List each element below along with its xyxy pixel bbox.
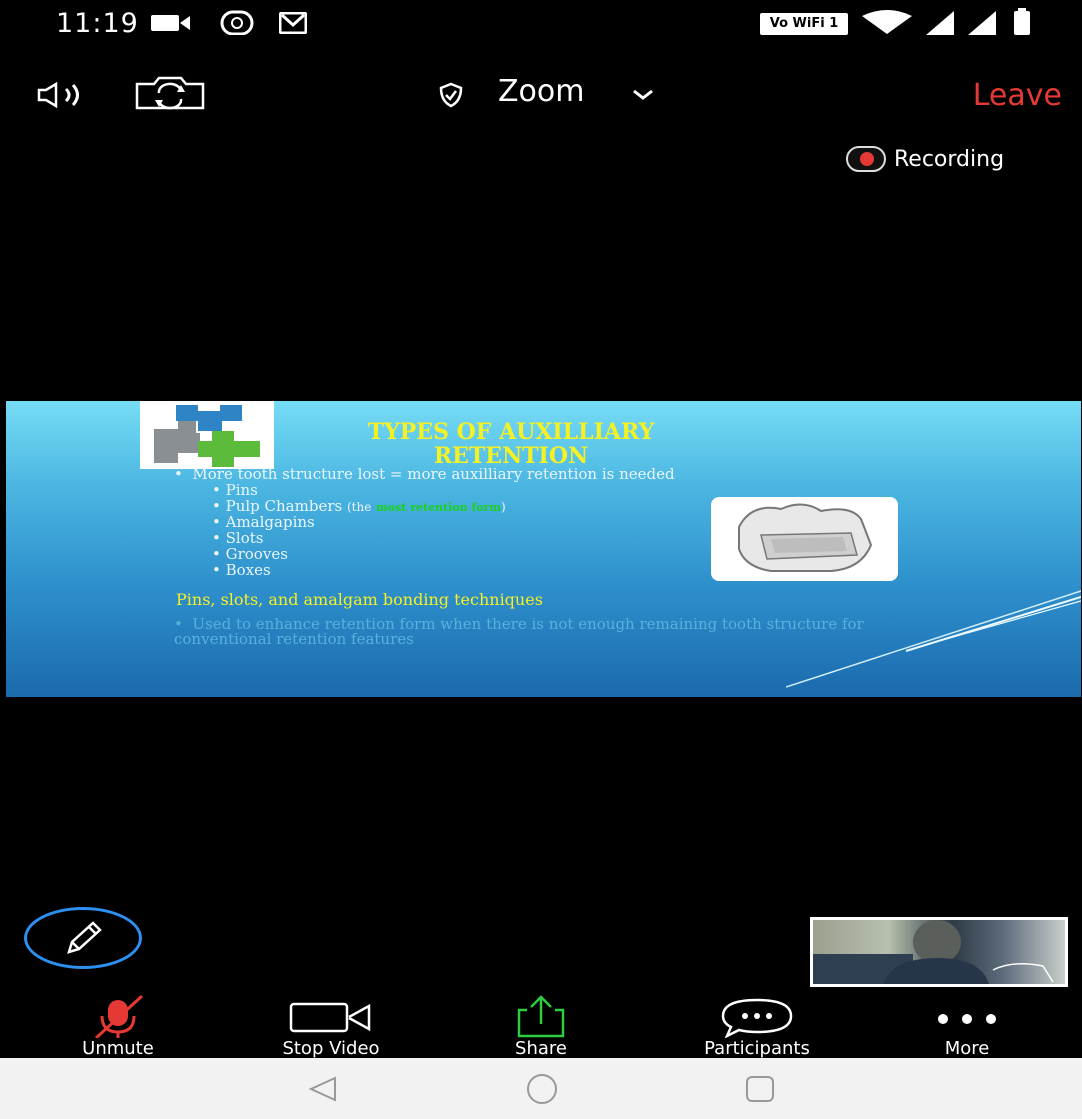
- slide-subheading: Pins, slots, and amalgam bonding techniq…: [176, 590, 543, 609]
- chat-bubble-icon: [721, 998, 793, 1038]
- status-time: 11:19: [56, 8, 139, 39]
- switch-camera-icon[interactable]: [134, 76, 206, 110]
- slide-title: TYPES OF AUXILLIARY RETENTION: [367, 419, 655, 469]
- radio-icon: [220, 10, 254, 35]
- recording-indicator[interactable]: Recording: [846, 146, 1004, 172]
- self-video-thumbnail[interactable]: [810, 917, 1068, 987]
- participants-label: Participants: [704, 1038, 810, 1059]
- status-bar: 11:19 Vo WiFi 1: [0, 0, 1082, 44]
- annotate-button[interactable]: [24, 907, 142, 969]
- shield-icon: [439, 82, 463, 108]
- signal-icon: [968, 11, 996, 35]
- slide-logo: [140, 401, 274, 469]
- vowifi-badge: Vo WiFi 1: [760, 13, 848, 35]
- slide-sub-bullet: • Amalgapins: [212, 513, 315, 531]
- participants-button[interactable]: Participants: [667, 992, 847, 1059]
- share-label: Share: [515, 1038, 567, 1059]
- muted-mic-icon: [94, 994, 144, 1038]
- share-button[interactable]: Share: [451, 992, 631, 1059]
- battery-icon: [1014, 8, 1030, 35]
- stop-video-label: Stop Video: [282, 1038, 380, 1059]
- video-camera-icon: [289, 1002, 371, 1033]
- more-dots-icon: [938, 1014, 996, 1024]
- slide-bullet: • Used to enhance retention form when th…: [174, 615, 864, 648]
- home-icon[interactable]: [522, 1072, 562, 1106]
- stop-video-button[interactable]: Stop Video: [241, 992, 421, 1059]
- share-icon: [517, 995, 565, 1038]
- unmute-button[interactable]: Unmute: [28, 992, 208, 1059]
- wifi-icon: [862, 10, 912, 34]
- leave-button[interactable]: Leave: [973, 78, 1062, 113]
- pencil-icon: [67, 921, 102, 954]
- slide-bullet: • More tooth structure lost = more auxil…: [174, 465, 675, 483]
- more-label: More: [944, 1038, 990, 1059]
- gmail-icon: [279, 12, 307, 34]
- slide-sub-bullet: • Boxes: [212, 561, 271, 579]
- chevron-down-icon[interactable]: [632, 88, 654, 102]
- record-dot-icon: [846, 146, 886, 172]
- recents-icon[interactable]: [742, 1072, 778, 1106]
- signal-icon: [926, 11, 954, 35]
- android-nav-bar: [0, 1058, 1082, 1119]
- video-icon: [151, 15, 190, 31]
- back-icon[interactable]: [305, 1074, 341, 1104]
- meeting-top-bar: Zoom Leave: [0, 70, 1082, 116]
- slide-sub-bullet: • Slots: [212, 529, 264, 547]
- unmute-label: Unmute: [82, 1038, 154, 1059]
- slide-sub-bullet: • Grooves: [212, 545, 288, 563]
- meeting-toolbar: Unmute Stop Video Share Participants Mor…: [0, 992, 1082, 1059]
- shared-screen-slide: TYPES OF AUXILLIARY RETENTION • More too…: [6, 401, 1081, 697]
- speaker-icon[interactable]: [36, 82, 96, 108]
- more-button[interactable]: More: [877, 992, 1057, 1059]
- meeting-title[interactable]: Zoom: [498, 74, 584, 109]
- slide-sub-bullet: • Pins: [212, 481, 258, 499]
- recording-label: Recording: [894, 146, 1005, 172]
- slide-decoration: [786, 590, 1081, 688]
